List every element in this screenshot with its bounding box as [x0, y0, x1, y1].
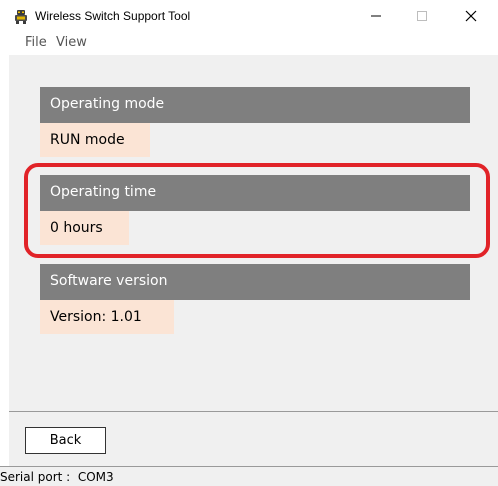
highlight-annotation — [24, 163, 490, 258]
serial-port-status: Serial port : COM3 — [0, 470, 114, 484]
robot-app-icon — [13, 9, 29, 25]
operating-mode-header: Operating mode — [40, 87, 470, 123]
software-version-header: Software version — [40, 264, 470, 300]
menu-view[interactable]: View — [52, 33, 91, 52]
window-border — [0, 55, 9, 466]
maximize-icon — [417, 10, 427, 21]
status-bar: Serial port : COM3 — [0, 466, 498, 486]
back-button[interactable]: Back — [25, 427, 106, 454]
minimize-icon — [371, 15, 381, 16]
close-button[interactable] — [448, 0, 494, 31]
menu-bar: File View — [0, 31, 498, 55]
maximize-button[interactable] — [399, 0, 445, 31]
menu-file[interactable]: File — [21, 33, 51, 52]
minimize-button[interactable] — [353, 0, 399, 31]
close-icon — [465, 10, 477, 21]
app-window: Wireless Switch Support Tool File View O… — [0, 0, 498, 486]
operating-mode-value: RUN mode — [40, 123, 150, 157]
title-bar[interactable]: Wireless Switch Support Tool — [0, 0, 498, 31]
window-title: Wireless Switch Support Tool — [35, 9, 191, 23]
software-version-value: Version: 1.01 — [40, 300, 174, 334]
